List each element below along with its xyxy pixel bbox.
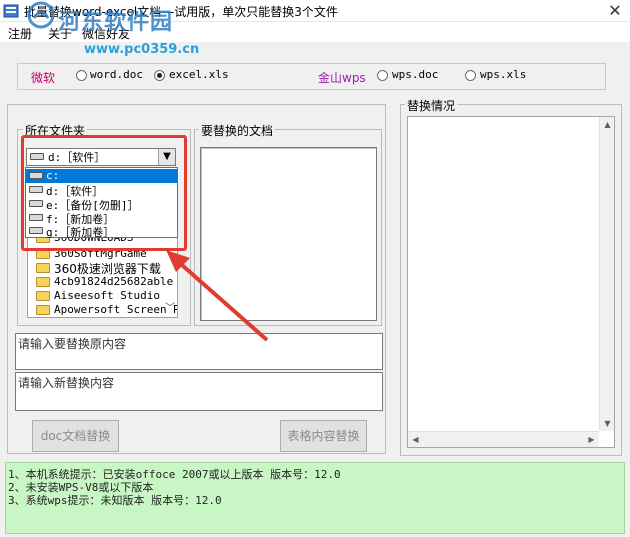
- table-replace-button[interactable]: 表格内容替换: [280, 420, 367, 452]
- folder-icon: [36, 305, 50, 315]
- log-line: 3、系统wps提示：未知版本 版本号：12.0: [8, 494, 222, 507]
- vertical-scrollbar[interactable]: ▲ ▼: [599, 117, 614, 431]
- folder-item-label: Aiseesoft Studio: [54, 289, 160, 302]
- folder-item[interactable]: 360极速浏览器下载: [28, 261, 168, 276]
- close-button[interactable]: ✕: [600, 0, 630, 22]
- new-content-input[interactable]: 请输入新替换内容: [15, 372, 383, 411]
- folder-item[interactable]: Apowersoft Screen R: [28, 303, 177, 317]
- result-group-legend: 替换情况: [405, 97, 458, 114]
- scroll-up-icon[interactable]: ▲: [600, 117, 615, 132]
- radio-excel-xls[interactable]: [154, 70, 165, 81]
- folder-icon: [36, 291, 50, 301]
- microsoft-label: 微软: [31, 71, 56, 85]
- scroll-right-icon[interactable]: ▶: [584, 432, 599, 447]
- result-textarea[interactable]: [407, 116, 615, 448]
- kingsoft-label: 金山wps: [318, 71, 366, 85]
- scroll-left-icon[interactable]: ◀: [408, 432, 423, 447]
- radio-word-doc-label: word.doc: [90, 68, 143, 81]
- radio-wps-xls[interactable]: [465, 70, 476, 81]
- radio-word-doc[interactable]: [76, 70, 87, 81]
- folder-icon: [36, 277, 50, 287]
- watermark-logo: [27, 1, 55, 29]
- highlight-box: [21, 135, 187, 251]
- arrow-icon: [166, 250, 269, 342]
- folder-item-label: 4cb91824d25682able: [54, 275, 174, 288]
- radio-excel-xls-label: excel.xls: [169, 68, 229, 81]
- watermark-url: www.pc0359.cn: [84, 42, 200, 57]
- watermark-title: 河东软件园: [58, 10, 174, 35]
- app-icon: [3, 4, 19, 18]
- radio-wps-doc[interactable]: [377, 70, 388, 81]
- docs-group-legend: 要替换的文档: [199, 122, 276, 139]
- scroll-down-icon[interactable]: ▼: [600, 416, 615, 431]
- folder-item[interactable]: 4cb91824d25682able: [28, 275, 173, 289]
- horizontal-scrollbar[interactable]: ◀ ▶: [408, 431, 599, 447]
- radio-wps-xls-label: wps.xls: [480, 68, 527, 81]
- doc-replace-button[interactable]: doc文档替换: [32, 420, 119, 452]
- folder-item[interactable]: Aiseesoft Studio: [28, 289, 168, 303]
- radio-wps-doc-label: wps.doc: [392, 68, 439, 81]
- folder-icon: [36, 263, 50, 273]
